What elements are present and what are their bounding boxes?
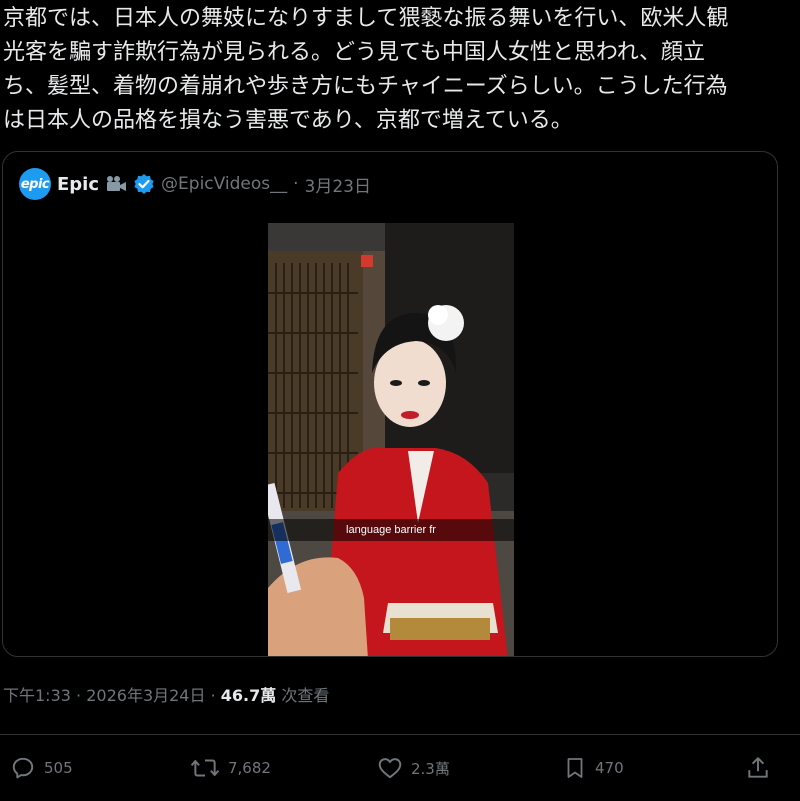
repost-button[interactable]: 7,682 [190, 750, 271, 786]
avatar[interactable]: epic [19, 168, 51, 200]
quoted-post-date[interactable]: 3月23日 [305, 172, 371, 197]
reply-button[interactable]: 505 [10, 750, 73, 786]
author-handle[interactable]: @EpicVideos__ [161, 174, 287, 194]
views-label: 次查看 [281, 686, 330, 705]
reply-count: 505 [44, 759, 73, 777]
bookmark-button[interactable]: 470 [563, 750, 624, 786]
video-thumbnail [268, 223, 514, 656]
action-bar: 505 7,682 2.3萬 470 [0, 750, 800, 786]
quoted-post-card[interactable]: epic Epic @EpicVideos__ · 3月23日 language… [2, 151, 778, 657]
post-text: 京都では、日本人の舞妓になりすまして猥褻な振る舞いを行い、欧米人観 光客を騙す詐… [3, 6, 729, 133]
like-count: 2.3萬 [411, 759, 450, 778]
share-icon [748, 757, 768, 778]
post-time[interactable]: 下午1:33 [3, 686, 71, 705]
repost-count: 7,682 [228, 759, 271, 777]
divider [0, 734, 800, 735]
separator-dot: · [76, 686, 82, 705]
post-metadata: 下午1:33 · 2026年3月24日 · 46.7萬 次查看 [3, 682, 329, 706]
reply-icon [12, 757, 34, 779]
movie-camera-icon [105, 175, 127, 193]
post-date[interactable]: 2026年3月24日 [86, 686, 205, 705]
share-button[interactable] [745, 750, 779, 786]
separator-dot: · [210, 686, 216, 705]
verified-badge-icon [133, 173, 155, 195]
video-player[interactable]: language barrier fr [268, 223, 514, 656]
repost-icon [190, 759, 220, 777]
quoted-post-header: epic Epic @EpicVideos__ · 3月23日 [19, 168, 371, 200]
separator-dot: · [293, 174, 299, 194]
video-caption: language barrier fr [268, 519, 514, 541]
views-count[interactable]: 46.7萬 [221, 686, 276, 705]
author-display-name[interactable]: Epic [57, 174, 99, 195]
bookmark-count: 470 [595, 759, 624, 777]
like-button[interactable]: 2.3萬 [377, 750, 450, 786]
heart-icon [378, 758, 402, 779]
bookmark-icon [567, 758, 583, 778]
